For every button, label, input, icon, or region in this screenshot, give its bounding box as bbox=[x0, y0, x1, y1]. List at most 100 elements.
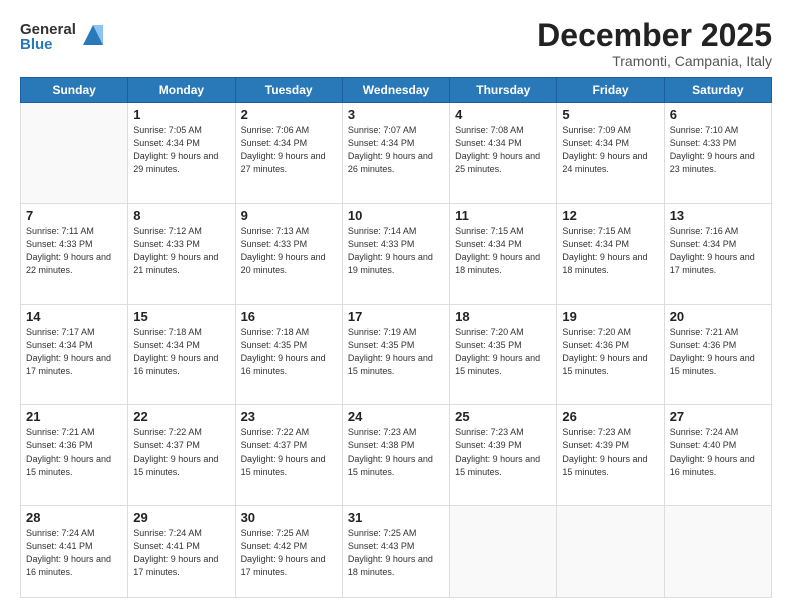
day-info: Sunrise: 7:20 AM Sunset: 4:36 PM Dayligh… bbox=[562, 326, 658, 378]
day-info: Sunrise: 7:21 AM Sunset: 4:36 PM Dayligh… bbox=[670, 326, 766, 378]
day-info: Sunrise: 7:24 AM Sunset: 4:41 PM Dayligh… bbox=[26, 527, 122, 579]
day-info: Sunrise: 7:15 AM Sunset: 4:34 PM Dayligh… bbox=[562, 225, 658, 277]
title-block: December 2025 Tramonti, Campania, Italy bbox=[537, 18, 772, 69]
day-number: 19 bbox=[562, 309, 658, 324]
table-row: 8 Sunrise: 7:12 AM Sunset: 4:33 PM Daylig… bbox=[128, 203, 235, 304]
logo-icon bbox=[79, 21, 107, 49]
day-number: 18 bbox=[455, 309, 551, 324]
day-number: 12 bbox=[562, 208, 658, 223]
col-friday: Friday bbox=[557, 78, 664, 103]
day-number: 14 bbox=[26, 309, 122, 324]
day-number: 9 bbox=[241, 208, 337, 223]
day-number: 16 bbox=[241, 309, 337, 324]
day-number: 22 bbox=[133, 409, 229, 424]
col-monday: Monday bbox=[128, 78, 235, 103]
day-number: 21 bbox=[26, 409, 122, 424]
col-sunday: Sunday bbox=[21, 78, 128, 103]
month-title: December 2025 bbox=[537, 18, 772, 53]
day-number: 17 bbox=[348, 309, 444, 324]
day-number: 8 bbox=[133, 208, 229, 223]
table-row: 22 Sunrise: 7:22 AM Sunset: 4:37 PM Dayli… bbox=[128, 405, 235, 506]
table-row: 5 Sunrise: 7:09 AM Sunset: 4:34 PM Daylig… bbox=[557, 103, 664, 204]
day-info: Sunrise: 7:23 AM Sunset: 4:39 PM Dayligh… bbox=[455, 426, 551, 478]
table-row: 4Sunrise: 7:08 AM Sunset: 4:34 PM Daylig… bbox=[450, 103, 557, 204]
day-number: 26 bbox=[562, 409, 658, 424]
day-info: Sunrise: 7:20 AM Sunset: 4:35 PM Dayligh… bbox=[455, 326, 551, 378]
table-row: 25 Sunrise: 7:23 AM Sunset: 4:39 PM Dayli… bbox=[450, 405, 557, 506]
day-number: 5 bbox=[562, 107, 658, 122]
table-row: 26 Sunrise: 7:23 AM Sunset: 4:39 PM Dayli… bbox=[557, 405, 664, 506]
logo: General Blue bbox=[20, 22, 107, 52]
table-row: 9 Sunrise: 7:13 AM Sunset: 4:33 PM Daylig… bbox=[235, 203, 342, 304]
table-row: 31Sunrise: 7:25 AM Sunset: 4:43 PM Dayli… bbox=[342, 506, 449, 598]
col-wednesday: Wednesday bbox=[342, 78, 449, 103]
table-row bbox=[557, 506, 664, 598]
day-info: Sunrise: 7:23 AM Sunset: 4:39 PM Dayligh… bbox=[562, 426, 658, 478]
table-row bbox=[21, 103, 128, 204]
table-row bbox=[664, 506, 771, 598]
day-number: 2 bbox=[241, 107, 337, 122]
day-info: Sunrise: 7:21 AM Sunset: 4:36 PM Dayligh… bbox=[26, 426, 122, 478]
day-info: Sunrise: 7:22 AM Sunset: 4:37 PM Dayligh… bbox=[241, 426, 337, 478]
table-row: 18 Sunrise: 7:20 AM Sunset: 4:35 PM Dayli… bbox=[450, 304, 557, 405]
table-row: 28 Sunrise: 7:24 AM Sunset: 4:41 PM Dayli… bbox=[21, 506, 128, 598]
day-number: 11 bbox=[455, 208, 551, 223]
table-row: 3 Sunrise: 7:07 AM Sunset: 4:34 PM Daylig… bbox=[342, 103, 449, 204]
day-info: Sunrise: 7:15 AM Sunset: 4:34 PM Dayligh… bbox=[455, 225, 551, 277]
day-number: 30 bbox=[241, 510, 337, 525]
day-info: Sunrise: 7:09 AM Sunset: 4:34 PM Dayligh… bbox=[562, 124, 658, 176]
table-row: 10Sunrise: 7:14 AM Sunset: 4:33 PM Dayli… bbox=[342, 203, 449, 304]
day-number: 29 bbox=[133, 510, 229, 525]
table-row: 27 Sunrise: 7:24 AM Sunset: 4:40 PM Dayli… bbox=[664, 405, 771, 506]
day-number: 15 bbox=[133, 309, 229, 324]
day-info: Sunrise: 7:10 AM Sunset: 4:33 PM Dayligh… bbox=[670, 124, 766, 176]
day-number: 31 bbox=[348, 510, 444, 525]
table-row: 11 Sunrise: 7:15 AM Sunset: 4:34 PM Dayli… bbox=[450, 203, 557, 304]
logo-general: General bbox=[20, 22, 76, 37]
calendar-header-row: Sunday Monday Tuesday Wednesday Thursday… bbox=[21, 78, 772, 103]
day-number: 7 bbox=[26, 208, 122, 223]
day-number: 3 bbox=[348, 107, 444, 122]
table-row: 30Sunrise: 7:25 AM Sunset: 4:42 PM Dayli… bbox=[235, 506, 342, 598]
table-row: 13 Sunrise: 7:16 AM Sunset: 4:34 PM Dayli… bbox=[664, 203, 771, 304]
day-number: 10 bbox=[348, 208, 444, 223]
table-row: 24 Sunrise: 7:23 AM Sunset: 4:38 PM Dayli… bbox=[342, 405, 449, 506]
table-row: 12 Sunrise: 7:15 AM Sunset: 4:34 PM Dayli… bbox=[557, 203, 664, 304]
table-row: 20 Sunrise: 7:21 AM Sunset: 4:36 PM Dayli… bbox=[664, 304, 771, 405]
table-row: 17Sunrise: 7:19 AM Sunset: 4:35 PM Dayli… bbox=[342, 304, 449, 405]
day-info: Sunrise: 7:16 AM Sunset: 4:34 PM Dayligh… bbox=[670, 225, 766, 277]
day-info: Sunrise: 7:13 AM Sunset: 4:33 PM Dayligh… bbox=[241, 225, 337, 277]
day-number: 25 bbox=[455, 409, 551, 424]
col-saturday: Saturday bbox=[664, 78, 771, 103]
table-row: 14 Sunrise: 7:17 AM Sunset: 4:34 PM Dayli… bbox=[21, 304, 128, 405]
day-info: Sunrise: 7:12 AM Sunset: 4:33 PM Dayligh… bbox=[133, 225, 229, 277]
table-row: 19 Sunrise: 7:20 AM Sunset: 4:36 PM Dayli… bbox=[557, 304, 664, 405]
day-info: Sunrise: 7:06 AM Sunset: 4:34 PM Dayligh… bbox=[241, 124, 337, 176]
day-info: Sunrise: 7:11 AM Sunset: 4:33 PM Dayligh… bbox=[26, 225, 122, 277]
day-info: Sunrise: 7:08 AM Sunset: 4:34 PM Dayligh… bbox=[455, 124, 551, 176]
day-info: Sunrise: 7:07 AM Sunset: 4:34 PM Dayligh… bbox=[348, 124, 444, 176]
day-number: 27 bbox=[670, 409, 766, 424]
table-row: 16Sunrise: 7:18 AM Sunset: 4:35 PM Dayli… bbox=[235, 304, 342, 405]
day-info: Sunrise: 7:18 AM Sunset: 4:34 PM Dayligh… bbox=[133, 326, 229, 378]
table-row: 6Sunrise: 7:10 AM Sunset: 4:33 PM Daylig… bbox=[664, 103, 771, 204]
table-row: 2 Sunrise: 7:06 AM Sunset: 4:34 PM Daylig… bbox=[235, 103, 342, 204]
page: General Blue December 2025 Tramonti, Cam… bbox=[0, 0, 792, 612]
header: General Blue December 2025 Tramonti, Cam… bbox=[20, 18, 772, 69]
table-row: 15 Sunrise: 7:18 AM Sunset: 4:34 PM Dayli… bbox=[128, 304, 235, 405]
subtitle: Tramonti, Campania, Italy bbox=[537, 53, 772, 69]
col-thursday: Thursday bbox=[450, 78, 557, 103]
logo-text: General Blue bbox=[20, 22, 76, 52]
day-number: 1 bbox=[133, 107, 229, 122]
day-number: 20 bbox=[670, 309, 766, 324]
day-info: Sunrise: 7:17 AM Sunset: 4:34 PM Dayligh… bbox=[26, 326, 122, 378]
table-row: 1Sunrise: 7:05 AM Sunset: 4:34 PM Daylig… bbox=[128, 103, 235, 204]
day-number: 24 bbox=[348, 409, 444, 424]
table-row: 29Sunrise: 7:24 AM Sunset: 4:41 PM Dayli… bbox=[128, 506, 235, 598]
day-info: Sunrise: 7:23 AM Sunset: 4:38 PM Dayligh… bbox=[348, 426, 444, 478]
day-number: 28 bbox=[26, 510, 122, 525]
day-info: Sunrise: 7:22 AM Sunset: 4:37 PM Dayligh… bbox=[133, 426, 229, 478]
day-info: Sunrise: 7:24 AM Sunset: 4:40 PM Dayligh… bbox=[670, 426, 766, 478]
table-row bbox=[450, 506, 557, 598]
day-number: 13 bbox=[670, 208, 766, 223]
